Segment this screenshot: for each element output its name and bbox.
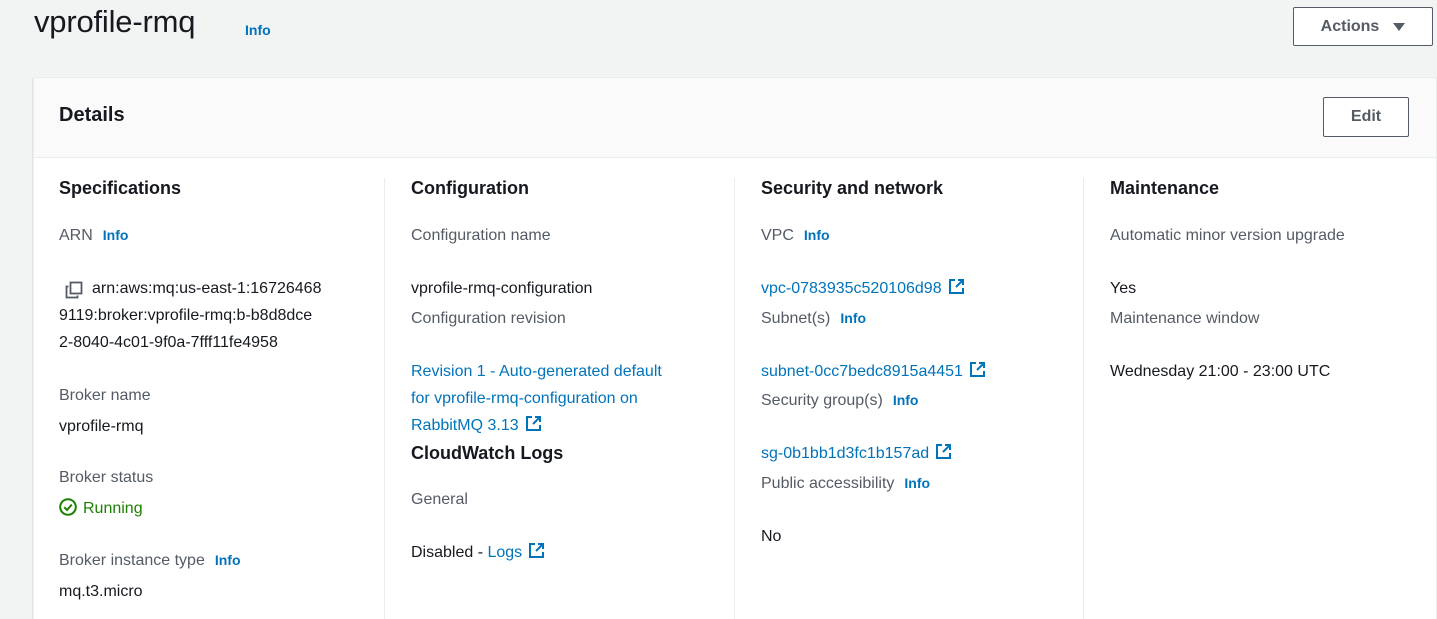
security-group-link[interactable]: sg-0b1bb1d3fc1b157ad (761, 445, 929, 462)
maintenance-window-label: Maintenance window (1110, 310, 1260, 327)
subnet-value-row[interactable]: subnet-0cc7bedc8915a4451 (761, 358, 986, 385)
arn-value-line-2: 9119:broker:vprofile-rmq:b-b8d8dce (59, 307, 313, 324)
specifications-title: Specifications (59, 178, 182, 198)
subnet-label: Subnet(s) (761, 310, 831, 327)
edit-button[interactable]: Edit (1323, 97, 1409, 137)
maintenance-title: Maintenance (1110, 178, 1220, 198)
arn-label: ARN (59, 227, 93, 244)
configuration-title: Configuration (411, 178, 529, 198)
maintenance-column: Maintenance Automatic minor version upgr… (1083, 178, 1437, 619)
config-revision-link-line-2[interactable]: for vprofile-rmq-configuration on (411, 385, 638, 412)
general-value-row: Disabled - Logs (411, 539, 545, 566)
instance-type-info-link[interactable]: Info (215, 552, 241, 568)
page-title: vprofile-rmq (34, 4, 196, 39)
arn-value-line-1: arn:aws:mq:us-east-1:16726468 (92, 280, 322, 297)
vpc-label-row: VPC Info (761, 227, 830, 245)
config-revision-label: Configuration revision (411, 310, 566, 327)
security-group-label-row: Security group(s) Info (761, 392, 918, 410)
config-name-value: vprofile-rmq-configuration (411, 280, 593, 297)
maintenance-window-value: Wednesday 21:00 - 23:00 UTC (1110, 363, 1331, 380)
security-group-value-row[interactable]: sg-0b1bb1d3fc1b157ad (761, 440, 952, 467)
vpc-value-row[interactable]: vpc-0783935c520106d98 (761, 275, 965, 302)
security-network-title: Security and network (761, 178, 944, 198)
config-revision-link-line-3-row[interactable]: RabbitMQ 3.13 (411, 412, 542, 439)
actions-button[interactable]: Actions (1293, 7, 1433, 46)
public-accessibility-label-row: Public accessibility Info (761, 475, 930, 493)
external-link-icon[interactable] (525, 415, 542, 432)
auto-upgrade-value: Yes (1110, 280, 1137, 297)
actions-button-label: Actions (1320, 17, 1380, 35)
broker-status-value: Running (83, 500, 143, 517)
vpc-info-link[interactable]: Info (804, 227, 830, 243)
external-link-icon[interactable] (969, 361, 986, 378)
security-network-column: Security and network VPC Info vpc-0783935… (734, 178, 1084, 619)
logs-link[interactable]: Logs (487, 544, 522, 561)
vpc-label: VPC (761, 227, 794, 244)
config-revision-link-line-3[interactable]: RabbitMQ 3.13 (411, 417, 519, 434)
title-info-link[interactable]: Info (245, 22, 271, 38)
subnet-info-link[interactable]: Info (840, 310, 866, 326)
subnet-link[interactable]: subnet-0cc7bedc8915a4451 (761, 363, 963, 380)
details-title: Details (59, 104, 125, 126)
cloudwatch-logs-title: CloudWatch Logs (411, 443, 564, 463)
general-label: General (411, 491, 468, 508)
specifications-column: Specifications ARN Info arn:aws:mq:us-eas… (34, 178, 384, 619)
instance-type-label: Broker instance type (59, 552, 205, 569)
details-panel-header: Details Edit (34, 78, 1436, 158)
arn-label-row: ARN Info (59, 227, 128, 245)
broker-name-value: vprofile-rmq (59, 418, 144, 435)
config-revision-link-line-1[interactable]: Revision 1 - Auto-generated default (411, 358, 662, 385)
broker-status-label: Broker status (59, 469, 154, 486)
instance-type-label-row: Broker instance type Info (59, 552, 241, 570)
external-link-icon[interactable] (528, 542, 545, 559)
configuration-column: Configuration Configuration name vprofil… (384, 178, 734, 619)
broker-name-label: Broker name (59, 387, 151, 404)
caret-down-icon (1393, 22, 1406, 31)
subnet-label-row: Subnet(s) Info (761, 310, 866, 328)
arn-value-line-3: 2-8040-4c01-9f0a-7fff11fe4958 (59, 334, 278, 351)
general-value: Disabled - (411, 544, 488, 561)
arn-info-link[interactable]: Info (103, 227, 129, 243)
copy-icon[interactable] (65, 281, 83, 299)
config-name-label: Configuration name (411, 227, 551, 244)
security-group-info-link[interactable]: Info (893, 392, 919, 408)
vpc-link[interactable]: vpc-0783935c520106d98 (761, 280, 942, 297)
broker-status-row: Running (59, 495, 143, 522)
external-link-icon[interactable] (948, 278, 965, 295)
auto-upgrade-label: Automatic minor version upgrade (1110, 227, 1345, 244)
public-accessibility-value: No (761, 528, 782, 545)
security-group-label: Security group(s) (761, 392, 883, 409)
success-check-icon (59, 498, 77, 516)
details-panel: Details Edit Specifications ARN Info arn:… (33, 77, 1437, 619)
public-accessibility-label: Public accessibility (761, 475, 895, 492)
external-link-icon[interactable] (935, 443, 952, 460)
instance-type-value: mq.t3.micro (59, 583, 143, 600)
public-accessibility-info-link[interactable]: Info (904, 475, 930, 491)
